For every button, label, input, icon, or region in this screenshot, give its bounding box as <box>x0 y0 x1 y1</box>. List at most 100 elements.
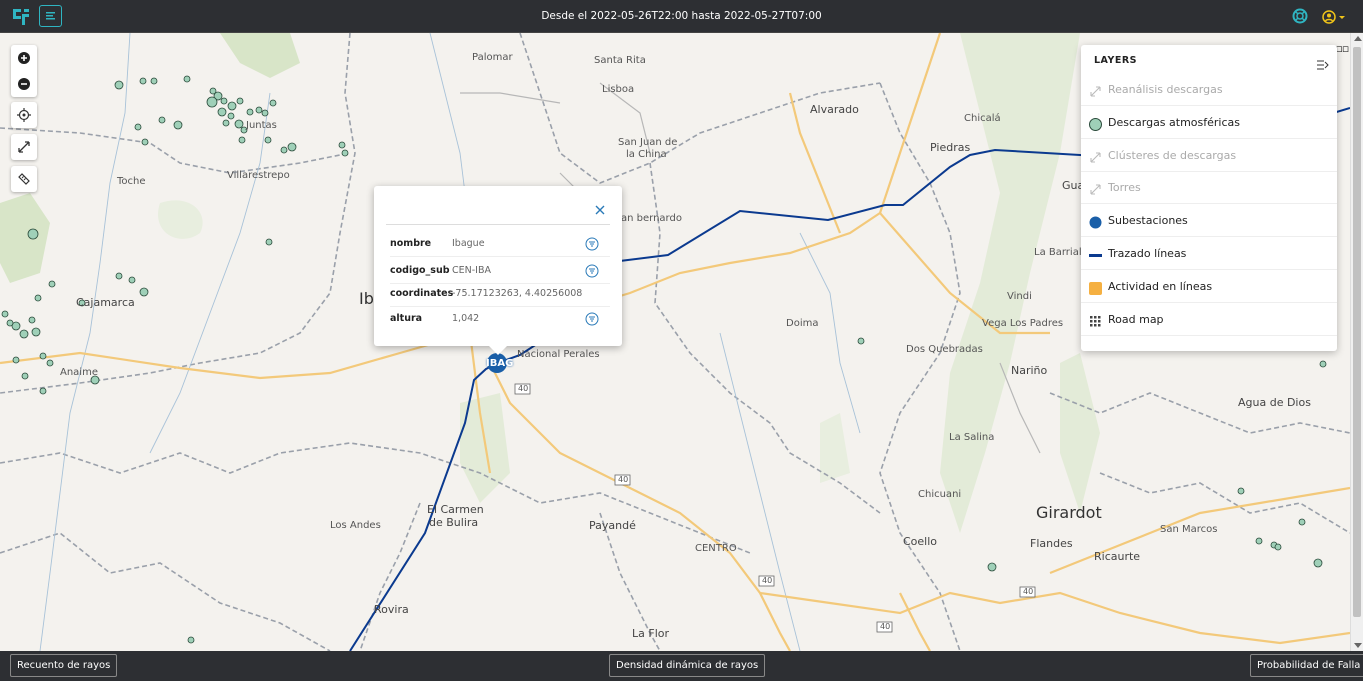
lightning-count-button[interactable]: Recuento de rayos <box>10 654 118 677</box>
map-label: Anaime <box>60 367 98 378</box>
fullscreen-button[interactable] <box>11 134 37 160</box>
layer-item-trazado[interactable]: Trazado líneas <box>1081 237 1337 270</box>
map-label: Chicuani <box>918 489 962 500</box>
popup-row: coordinates -75.17123263, 4.40256008 <box>390 283 610 307</box>
popup-key: nombre <box>390 238 432 249</box>
feature-popup: nombre Ibague codigo_sub CEN-IBA coordin… <box>374 186 622 355</box>
map-label: an bernardo <box>621 213 682 224</box>
map-label: Chicalá <box>964 113 1001 124</box>
blue-line-icon <box>1089 247 1102 260</box>
bottom-bar: Recuento de rayos Densidad dinámica de r… <box>0 651 1363 681</box>
map-label: de Bulira <box>429 516 479 529</box>
layer-item-actividad[interactable]: Actividad en líneas <box>1081 270 1337 303</box>
map-label: El Carmen <box>427 503 484 516</box>
scroll-down-icon[interactable] <box>1354 643 1362 648</box>
map-label: Rovira <box>374 603 409 616</box>
crosshair-icon <box>17 108 31 122</box>
map-label: Doima <box>786 318 819 329</box>
map-scrollbar[interactable] <box>1350 33 1363 651</box>
map-label: CENTRO <box>695 543 737 554</box>
road-shield-label: 40 <box>762 576 773 585</box>
filter-icon[interactable] <box>585 263 599 278</box>
layer-label: Descargas atmosféricas <box>1108 116 1241 129</box>
minus-circle-icon <box>18 78 30 90</box>
filter-icon[interactable] <box>585 236 599 251</box>
help-lifebuoy-icon[interactable] <box>1292 8 1308 24</box>
layer-label: Subestaciones <box>1108 214 1188 227</box>
popup-key: coordinates <box>390 288 454 299</box>
layers-panel: LAYERS Reanálisis descargas Descargas at… <box>1081 45 1337 351</box>
map-label: La Salina <box>949 432 995 443</box>
blue-circle-icon <box>1089 214 1102 229</box>
popup-row: nombre Ibague <box>390 233 610 257</box>
scroll-up-icon[interactable] <box>1354 36 1362 41</box>
popup-divider <box>386 224 610 225</box>
map-label: Girardot <box>1036 503 1102 522</box>
substation-label[interactable]: IBAG <box>486 358 513 369</box>
expand-arrow-icon <box>1089 181 1102 195</box>
zoom-out-button[interactable] <box>11 71 37 97</box>
popup-value: CEN-IBA <box>452 265 491 276</box>
top-bar: Desde el 2022-05-26T22:00 hasta 2022-05-… <box>0 0 1363 33</box>
map-label: Nariño <box>1011 364 1048 377</box>
popup-value: 1,042 <box>452 313 480 324</box>
layer-item-clusteres[interactable]: Clústeres de descargas <box>1081 139 1337 172</box>
layer-label: Road map <box>1108 313 1164 326</box>
collapse-panel-icon[interactable] <box>1317 55 1329 70</box>
popup-value: -75.17123263, 4.40256008 <box>452 288 583 299</box>
expand-arrow-icon <box>1089 149 1102 163</box>
measure-button[interactable] <box>11 166 37 192</box>
map-label: Payandé <box>589 519 636 532</box>
layer-item-subestaciones[interactable]: Subestaciones <box>1081 204 1337 237</box>
layer-label: Torres <box>1108 181 1141 194</box>
user-menu-icon[interactable] <box>1322 9 1346 25</box>
map-label: La Barrialo <box>1034 247 1088 258</box>
map-label: Palomar <box>472 52 513 63</box>
scroll-thumb[interactable] <box>1353 47 1361 617</box>
layer-label: Trazado líneas <box>1108 247 1187 260</box>
layers-title: LAYERS <box>1094 55 1138 66</box>
map-label: Ricaurte <box>1094 550 1141 563</box>
layer-label: Reanálisis descargas <box>1108 83 1223 96</box>
map-label: Juntas <box>246 120 277 131</box>
failure-probability-button[interactable]: Probabilidad de Falla <box>1250 654 1363 677</box>
plus-circle-icon <box>18 52 30 64</box>
map-label: San Juan de <box>618 137 678 148</box>
layer-label: Clústeres de descargas <box>1108 149 1237 162</box>
expand-arrow-icon <box>1089 83 1102 97</box>
road-shield-label: 40 <box>518 384 529 393</box>
map-label: La Flor <box>632 627 670 640</box>
popup-value: Ibague <box>452 238 485 249</box>
map-label: Flandes <box>1030 537 1073 550</box>
map-label: Agua de Dios <box>1238 396 1311 409</box>
zoom-in-button[interactable] <box>11 45 37 71</box>
popup-row: codigo_sub CEN-IBA <box>390 260 610 284</box>
layer-item-roadmap[interactable]: Road map <box>1081 303 1337 336</box>
road-shield-label: 40 <box>618 475 629 484</box>
popup-row: altura 1,042 <box>390 308 610 332</box>
popup-key: codigo_sub <box>390 265 450 276</box>
layer-item-descargas[interactable]: Descargas atmosféricas <box>1081 106 1337 139</box>
map-label: Piedras <box>930 141 971 154</box>
layer-item-reanalisis[interactable]: Reanálisis descargas <box>1081 73 1337 106</box>
locate-button[interactable] <box>11 102 37 128</box>
expand-arrow-icon <box>18 141 30 153</box>
popup-key: altura <box>390 313 423 324</box>
layer-item-torres[interactable]: Torres <box>1081 171 1337 204</box>
orange-square-icon <box>1089 280 1102 295</box>
map-label: Alvarado <box>810 103 859 116</box>
layer-label: Actividad en líneas <box>1108 280 1213 293</box>
map-label: Cajamarca <box>76 296 135 309</box>
map-label: Nacional Perales <box>517 349 600 360</box>
green-circle-icon <box>1089 116 1102 131</box>
close-popup-icon[interactable] <box>593 202 607 216</box>
map-label: Villarestrepo <box>227 170 290 181</box>
filter-icon[interactable] <box>585 311 599 326</box>
map-label: Los Andes <box>330 520 381 531</box>
lightning-density-button[interactable]: Densidad dinámica de rayos <box>609 654 766 677</box>
map-label: Toche <box>117 176 146 187</box>
map-label: Vega Los Padres <box>982 318 1064 329</box>
zoom-controls <box>11 45 37 97</box>
map-label: San Marcos <box>1160 524 1218 535</box>
map-label: la China <box>626 149 667 160</box>
